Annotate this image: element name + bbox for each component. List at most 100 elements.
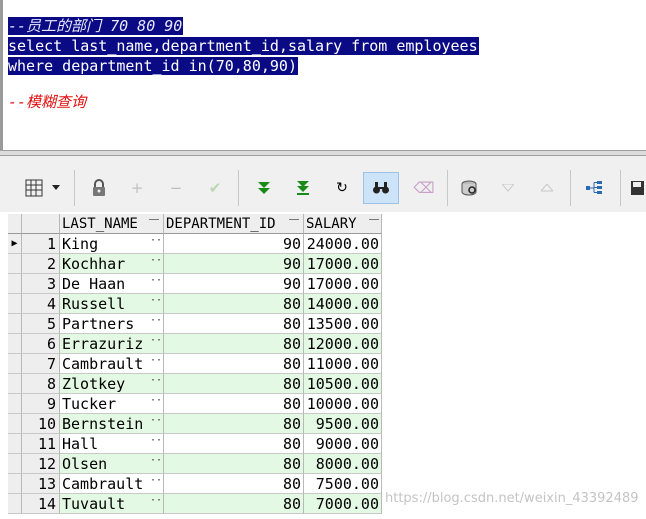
row-indicator[interactable] <box>8 414 22 434</box>
cell-salary[interactable]: 14000.00 <box>304 294 382 314</box>
cell-department-id[interactable]: 80 <box>164 314 304 334</box>
header-corner <box>8 214 22 234</box>
clear-icon[interactable]: ⌫ <box>410 172 438 204</box>
cell-last-name[interactable]: Partners <box>60 314 164 334</box>
sql-editor[interactable]: --员工的部门 70 80 90 select last_name,depart… <box>0 0 646 150</box>
cell-department-id[interactable]: 80 <box>164 434 304 454</box>
grid-view-icon[interactable] <box>20 172 48 204</box>
sort-down-icon[interactable] <box>494 172 522 204</box>
cell-last-name[interactable]: Tuvault <box>60 494 164 514</box>
cell-salary[interactable]: 7500.00 <box>304 474 382 494</box>
cell-editor-ellipsis-icon[interactable]: ··· <box>150 474 164 494</box>
cell-last-name[interactable]: Zlotkey <box>60 374 164 394</box>
current-row-marker-icon: ▶ <box>11 238 18 249</box>
cell-last-name[interactable]: Hall <box>60 434 164 454</box>
cell-last-name[interactable]: Errazuriz <box>60 334 164 354</box>
row-indicator[interactable] <box>8 274 22 294</box>
cell-salary[interactable]: 24000.00 <box>304 234 382 254</box>
sort-indicator-icon[interactable] <box>369 219 379 227</box>
cell-department-id[interactable]: 80 <box>164 294 304 314</box>
row-number: 5 <box>22 314 60 334</box>
cell-department-id[interactable]: 80 <box>164 374 304 394</box>
refresh-icon[interactable]: ↻ <box>328 172 356 204</box>
cell-department-id[interactable]: 80 <box>164 354 304 374</box>
cell-editor-ellipsis-icon[interactable]: ··· <box>150 294 164 314</box>
cell-editor-ellipsis-icon[interactable]: ··· <box>150 434 164 454</box>
cell-last-name[interactable]: Russell <box>60 294 164 314</box>
fetch-last-icon[interactable] <box>289 172 317 204</box>
cell-salary[interactable]: 17000.00 <box>304 254 382 274</box>
row-indicator[interactable] <box>8 454 22 474</box>
add-record-icon[interactable]: + <box>123 172 151 204</box>
cell-last-name[interactable]: Kochhar <box>60 254 164 274</box>
row-indicator[interactable] <box>8 494 22 514</box>
cell-editor-ellipsis-icon[interactable]: ··· <box>150 314 164 334</box>
cell-last-name[interactable]: Cambrault <box>60 474 164 494</box>
query-by-example-icon[interactable] <box>455 172 483 204</box>
cell-editor-ellipsis-icon[interactable]: ··· <box>150 274 164 294</box>
cell-department-id[interactable]: 80 <box>164 414 304 434</box>
row-indicator[interactable] <box>8 374 22 394</box>
sort-up-icon[interactable] <box>533 172 561 204</box>
fetch-next-icon[interactable] <box>250 172 278 204</box>
column-header-label: LAST_NAME <box>62 216 138 232</box>
sort-indicator-icon[interactable] <box>289 219 299 227</box>
save-icon[interactable] <box>628 172 646 204</box>
cell-editor-ellipsis-icon[interactable]: ··· <box>150 354 164 374</box>
cell-salary[interactable]: 10500.00 <box>304 374 382 394</box>
sql-comment-line-fuzzy: --模糊查询 <box>8 93 87 111</box>
cell-department-id[interactable]: 90 <box>164 234 304 254</box>
cell-last-name[interactable]: Tucker <box>60 394 164 414</box>
cell-editor-ellipsis-icon[interactable]: ··· <box>150 414 164 434</box>
row-indicator[interactable] <box>8 394 22 414</box>
sort-indicator-icon[interactable] <box>149 219 159 227</box>
cell-last-name[interactable]: Bernstein <box>60 414 164 434</box>
cell-salary[interactable]: 10000.00 <box>304 394 382 414</box>
row-indicator[interactable] <box>8 334 22 354</box>
row-indicator[interactable] <box>8 474 22 494</box>
row-indicator[interactable] <box>8 294 22 314</box>
cell-editor-ellipsis-icon[interactable]: ··· <box>150 454 164 474</box>
cell-department-id[interactable]: 80 <box>164 494 304 514</box>
row-indicator[interactable] <box>8 314 22 334</box>
cell-last-name[interactable]: Cambrault <box>60 354 164 374</box>
cell-last-name[interactable]: De Haan <box>60 274 164 294</box>
cell-editor-ellipsis-icon[interactable]: ··· <box>150 234 164 254</box>
row-indicator[interactable] <box>8 434 22 454</box>
row-indicator[interactable] <box>8 354 22 374</box>
cell-last-name[interactable]: King <box>60 234 164 254</box>
explain-plan-icon[interactable] <box>580 172 608 204</box>
cell-salary[interactable]: 11000.00 <box>304 354 382 374</box>
cell-editor-ellipsis-icon[interactable]: ··· <box>150 374 164 394</box>
cell-department-id[interactable]: 90 <box>164 274 304 294</box>
cell-editor-ellipsis-icon[interactable]: ··· <box>150 254 164 274</box>
sql-where-line: where department_id in(70,80,90) <box>8 57 298 76</box>
cell-salary[interactable]: 8000.00 <box>304 454 382 474</box>
column-header-department-id[interactable]: DEPARTMENT_ID <box>164 214 304 234</box>
cell-department-id[interactable]: 80 <box>164 474 304 494</box>
cell-department-id[interactable]: 80 <box>164 454 304 474</box>
delete-record-icon[interactable]: − <box>162 172 190 204</box>
row-number: 13 <box>22 474 60 494</box>
cell-salary[interactable]: 9500.00 <box>304 414 382 434</box>
cell-last-name[interactable]: Olsen <box>60 454 164 474</box>
find-icon[interactable] <box>363 172 399 204</box>
cell-department-id[interactable]: 80 <box>164 394 304 414</box>
cell-editor-ellipsis-icon[interactable]: ··· <box>150 394 164 414</box>
lock-icon[interactable] <box>85 172 113 204</box>
cell-department-id[interactable]: 80 <box>164 334 304 354</box>
cell-salary[interactable]: 7000.00 <box>304 494 382 514</box>
cell-salary[interactable]: 12000.00 <box>304 334 382 354</box>
dropdown-arrow-icon[interactable] <box>48 172 64 204</box>
cell-editor-ellipsis-icon[interactable]: ··· <box>150 494 164 514</box>
cell-salary[interactable]: 17000.00 <box>304 274 382 294</box>
cell-department-id[interactable]: 90 <box>164 254 304 274</box>
row-indicator[interactable] <box>8 254 22 274</box>
cell-editor-ellipsis-icon[interactable]: ··· <box>150 334 164 354</box>
cell-salary[interactable]: 13500.00 <box>304 314 382 334</box>
header-rownum <box>22 214 60 234</box>
cell-salary[interactable]: 9000.00 <box>304 434 382 454</box>
post-changes-icon[interactable]: ✔ <box>201 172 229 204</box>
selected-text: where department_id in(70,80,90) <box>8 57 298 75</box>
row-indicator[interactable]: ▶ <box>8 234 22 254</box>
